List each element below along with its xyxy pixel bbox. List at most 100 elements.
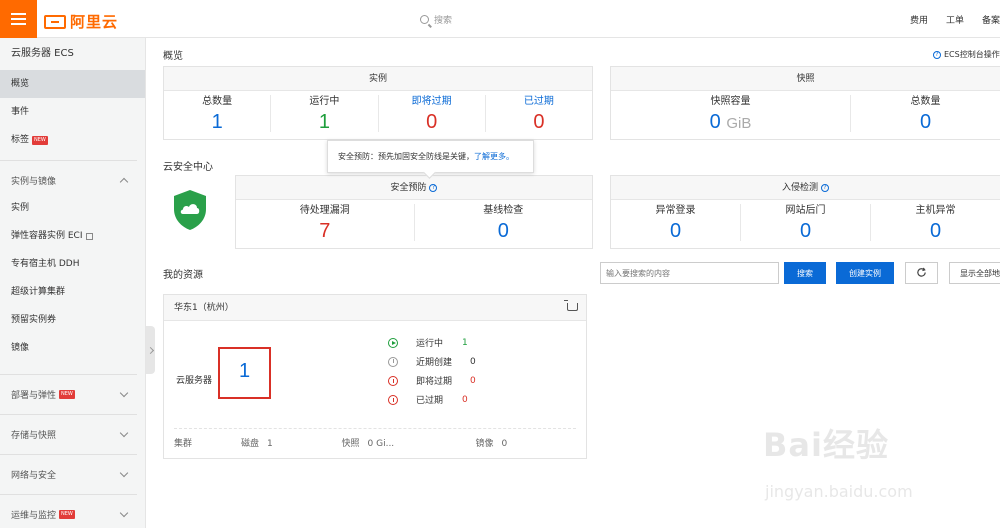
top-link-billing[interactable]: 费用 (910, 13, 928, 26)
sidebar-item-tags[interactable]: 标签 NEW (0, 126, 145, 154)
aliyun-logo[interactable]: 阿里云 (44, 11, 118, 32)
sidebar-item-images[interactable]: 镜像 (0, 334, 145, 362)
sidebar-item-ri[interactable]: 预留实例券 (0, 306, 145, 334)
help-icon[interactable]: ? (820, 183, 829, 192)
sidebar-item-overview[interactable]: 概览 (0, 70, 145, 98)
sidebar-group-label-wrap: 部署与弹性 NEW (11, 388, 75, 401)
metric-label: 待处理漏洞 (299, 205, 350, 216)
search-button[interactable]: 搜索 (784, 262, 826, 284)
status-label: 近期创建 (416, 358, 453, 368)
metric-webshell[interactable]: 网站后门 0 (741, 204, 871, 242)
menu-icon[interactable] (0, 0, 37, 38)
sidebar-group-label-wrap: 运维与监控 NEW (11, 508, 75, 521)
metric-value: 0 (919, 111, 932, 133)
metric-baseline[interactable]: 基线检查 0 (415, 204, 593, 242)
top-link-icp[interactable]: 备案 (982, 13, 1000, 26)
status-expiring[interactable]: 即将过期 0 (388, 371, 476, 390)
sidebar-collapse-handle[interactable] (146, 326, 155, 374)
top-link-tickets[interactable]: 工单 (946, 13, 964, 26)
metric-label: 基线检查 (483, 205, 524, 216)
metric-expiring[interactable]: 即将过期 0 (379, 95, 486, 133)
sidebar-item-label: 事件 (11, 107, 30, 117)
sidebar-item-scc[interactable]: 超级计算集群 (0, 278, 145, 306)
metric-value: 1 (211, 111, 223, 133)
footer-label: 快照 (341, 439, 360, 449)
instances-card: 实例 总数量 1 运行中 1 即将过期 0 已过期 0 (163, 66, 593, 140)
sidebar-group-label: 运维与监控 (11, 511, 57, 521)
metric-abnormal-login[interactable]: 异常登录 0 (611, 204, 741, 242)
sidebar-group-label: 实例与镜像 (11, 177, 57, 187)
top-search[interactable]: 搜索 (420, 13, 452, 26)
footer-value: 1 (267, 439, 273, 449)
sidebar-group-deploy[interactable]: 部署与弹性 NEW (0, 374, 137, 414)
metric-label: 总数量 (202, 96, 233, 107)
external-link-icon (85, 232, 93, 240)
footer-label: 集群 (174, 439, 193, 449)
metric-value: 0 GiB (611, 109, 850, 137)
sidebar-group-storage[interactable]: 存储与快照 (0, 414, 137, 454)
region-footer: 集群 磁盘 1 快照 0 Gi... 镜像 0 (174, 428, 576, 449)
chevron-up-icon (119, 177, 129, 187)
metric-running[interactable]: 运行中 1 (271, 95, 379, 133)
cart-icon[interactable] (564, 300, 578, 311)
top-links: 费用 工单 备案 (910, 13, 1000, 26)
metric-total[interactable]: 总数量 1 (164, 95, 272, 133)
metric-snapshot-total[interactable]: 总数量 0 (851, 95, 1000, 133)
metric-expired[interactable]: 已过期 0 (486, 95, 592, 133)
console-ops-label: ECS控制台操作 (944, 50, 1000, 59)
metric-vulnerabilities[interactable]: 待处理漏洞 7 (236, 204, 415, 242)
footer-snapshot[interactable]: 快照 0 Gi... (342, 436, 476, 449)
sidebar-item-label: 专有宿主机 DDH (11, 259, 80, 269)
new-badge: NEW (32, 135, 48, 145)
learn-more-link[interactable]: 了解更多。 (474, 152, 514, 161)
status-value: 0 (470, 356, 476, 367)
console-ops-link[interactable]: ? ECS控制台操作 (933, 49, 1000, 60)
show-all-regions-button[interactable]: 显示全部地 (949, 262, 1000, 284)
footer-disk[interactable]: 磁盘 1 (241, 436, 342, 449)
metric-value: 0 (929, 220, 942, 242)
instances-metrics: 总数量 1 运行中 1 即将过期 0 已过期 0 (164, 91, 592, 136)
help-icon[interactable]: ? (429, 183, 438, 192)
snapshots-card: 快照 快照容量 0 GiB 总数量 0 (610, 66, 1000, 140)
prevention-card: 安全预防 ? 待处理漏洞 7 基线检查 0 (235, 175, 593, 249)
metric-host-anomaly[interactable]: 主机异常 0 (871, 204, 1000, 242)
status-running[interactable]: 运行中 1 (388, 333, 476, 352)
sidebar-item-ddh[interactable]: 专有宿主机 DDH (0, 250, 145, 278)
logo-text: 阿里云 (70, 13, 119, 31)
region-name: 华东1（杭州） (174, 303, 234, 313)
status-expired[interactable]: 已过期 0 (388, 390, 476, 409)
server-label: 云服务器 (176, 376, 213, 386)
sidebar-group-network[interactable]: 网络与安全 (0, 454, 137, 494)
sidebar-item-events[interactable]: 事件 (0, 98, 145, 126)
intrusion-card-header: 入侵检测 ? (611, 176, 1000, 200)
status-recent[interactable]: 近期创建 0 (388, 352, 476, 371)
status-value: 1 (462, 337, 468, 348)
sidebar-item-eci[interactable]: 弹性容器实例 ECI (0, 222, 145, 250)
search-icon (420, 15, 429, 24)
clock-icon (388, 356, 398, 367)
footer-cluster[interactable]: 集群 (174, 436, 241, 449)
metric-label: 网站后门 (785, 205, 826, 216)
metric-label: 运行中 (309, 96, 340, 107)
sidebar-group-label: 网络与安全 (11, 471, 57, 481)
sidebar-item-label: 超级计算集群 (11, 287, 66, 297)
metric-snapshot-capacity[interactable]: 快照容量 0 GiB (611, 95, 851, 133)
metric-value: 0 (497, 220, 509, 242)
resource-search-input[interactable] (600, 262, 779, 284)
footer-image[interactable]: 镜像 0 (476, 436, 577, 449)
create-instance-button[interactable]: 创建实例 (836, 262, 894, 284)
baidu-watermark: Bai经验 jingyan.baidu.com (745, 420, 995, 520)
server-count[interactable]: 1 (218, 347, 271, 399)
top-search-placeholder: 搜索 (434, 16, 453, 26)
alarm-icon (388, 394, 398, 405)
status-list: 运行中 1 近期创建 0 即将过期 0 已过期 0 (388, 333, 476, 409)
metric-label: 快照容量 (710, 96, 751, 107)
sidebar-group-ops[interactable]: 运维与监控 NEW (0, 494, 137, 528)
metric-label: 总数量 (910, 96, 941, 107)
refresh-button[interactable] (905, 262, 938, 284)
sidebar-item-instances[interactable]: 实例 (0, 194, 145, 222)
chevron-down-icon (119, 468, 129, 478)
footer-value: 0 (501, 439, 508, 449)
prevention-card-header: 安全预防 ? (236, 176, 592, 200)
sidebar-item-label: 概览 (11, 79, 30, 89)
